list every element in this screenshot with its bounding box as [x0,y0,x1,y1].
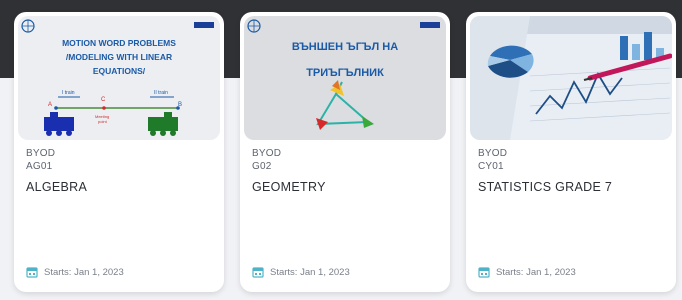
eu-flag-icon [420,22,440,28]
school-logo-icon [21,19,35,33]
eu-flag-icon [194,22,214,28]
thumbnail-title-line: MOTION WORD PROBLEMS [62,38,176,48]
course-meta: BYOD G02 [252,147,281,173]
course-meta: BYOD CY01 [478,147,507,173]
course-thumbnail[interactable]: ВЪНШЕН ЪГЪЛ НА ТРИЪГЪЛНИК [244,16,446,140]
course-title[interactable]: GEOMETRY [252,180,326,194]
chart-photo-image [470,16,672,140]
train-label: I train [62,90,75,96]
point-label: C [101,97,106,103]
thumbnail-title-line: ТРИЪГЪЛНИК [306,67,384,79]
calendar-icon [252,267,264,278]
program-label: BYOD [252,148,282,159]
course-title[interactable]: STATISTICS GRADE 7 [478,180,612,194]
course-card-algebra[interactable]: MOTION WORD PROBLEMS /MODELING WITH LINE… [14,12,224,292]
course-card-geometry[interactable]: ВЪНШЕН ЪГЪЛ НА ТРИЪГЪЛНИК BYOD G02 GEOME… [240,12,450,292]
course-meta: BYOD AG01 [26,147,55,173]
course-title[interactable]: ALGEBRA [26,180,87,194]
calendar-icon [478,267,490,278]
start-date: Starts: Jan 1, 2023 [252,266,350,278]
thumbnail-title-line: /MODELING WITH LINEAR [66,52,172,62]
start-date-text: Starts: Jan 1, 2023 [270,266,350,278]
thumbnail-title-line: EQUATIONS/ [93,66,146,76]
start-date-text: Starts: Jan 1, 2023 [44,266,124,278]
course-code: CY01 [478,161,504,172]
course-code: G02 [252,161,272,172]
meeting-point-label: point [98,119,108,124]
course-card-statistics[interactable]: BYOD CY01 STATISTICS GRADE 7 Starts: Jan… [466,12,676,292]
thumbnail-title-line: ВЪНШЕН ЪГЪЛ НА [292,41,398,53]
school-logo-icon [247,19,261,33]
course-code: AG01 [26,161,53,172]
program-label: BYOD [478,148,508,159]
point-label: A [48,102,52,108]
program-label: BYOD [26,148,56,159]
start-date: Starts: Jan 1, 2023 [26,266,124,278]
calendar-icon [26,267,38,278]
course-thumbnail[interactable] [470,16,672,140]
train-label: II train [154,90,168,96]
course-thumbnail[interactable]: MOTION WORD PROBLEMS /MODELING WITH LINE… [18,16,220,140]
start-date: Starts: Jan 1, 2023 [478,266,576,278]
start-date-text: Starts: Jan 1, 2023 [496,266,576,278]
